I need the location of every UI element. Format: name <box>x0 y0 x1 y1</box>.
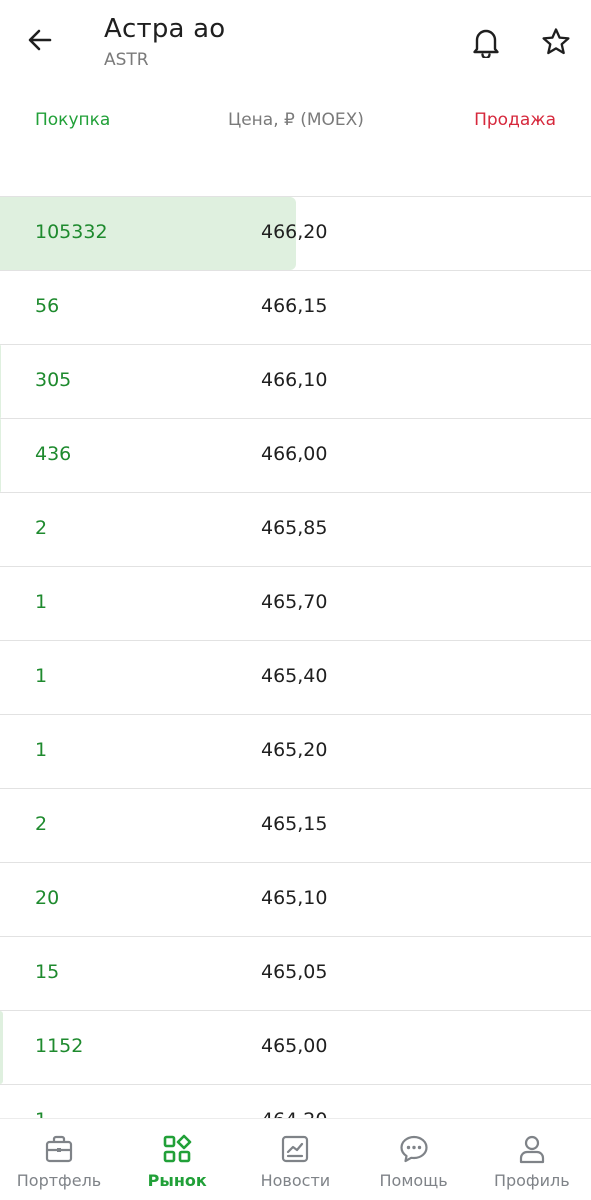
price-level: 466,15 <box>261 295 328 317</box>
tab-label: Новости <box>260 1171 331 1190</box>
bid-quantity: 1 <box>35 591 48 613</box>
order-book-row[interactable]: 1 465,20 <box>0 715 591 789</box>
price-level: 465,20 <box>261 739 328 761</box>
price-column-header: Цена, ₽ (MOEX) <box>228 110 364 130</box>
bid-quantity: 105332 <box>35 221 108 243</box>
chat-bubble-icon <box>355 1133 473 1165</box>
person-icon <box>473 1133 591 1165</box>
price-level: 465,40 <box>261 665 328 687</box>
bid-volume-bar <box>0 419 1 492</box>
market-grid-icon <box>118 1133 236 1165</box>
bid-quantity: 1152 <box>35 1035 84 1057</box>
tab-label: Рынок <box>147 1171 207 1190</box>
bottom-tab-bar: Портфель Рынок Новости Помощь Профиль <box>0 1118 591 1200</box>
order-book-row[interactable]: 20 465,10 <box>0 863 591 937</box>
bid-quantity: 2 <box>35 813 48 835</box>
notifications-button[interactable] <box>466 22 506 62</box>
price-level: 465,85 <box>261 517 328 539</box>
order-book-row[interactable]: 1152 465,00 <box>0 1011 591 1085</box>
tab-market[interactable]: Рынок <box>118 1119 236 1200</box>
order-book-row[interactable]: 305 466,10 <box>0 345 591 419</box>
order-book-list[interactable]: 105332 466,20 56 466,15 305 466,10 436 466,00 2 4… <box>0 196 591 1118</box>
tab-help[interactable]: Помощь <box>355 1119 473 1200</box>
bid-quantity: 56 <box>35 295 60 317</box>
order-book-row[interactable]: 1 464,20 <box>0 1085 591 1118</box>
tab-label: Помощь <box>379 1171 448 1190</box>
order-book-column-headers: Покупка Цена, ₽ (MOEX) Продажа <box>0 104 591 144</box>
news-chart-icon <box>236 1133 354 1165</box>
order-book-row[interactable]: 2 465,85 <box>0 493 591 567</box>
bid-quantity: 20 <box>35 887 60 909</box>
price-level: 466,10 <box>261 369 328 391</box>
instrument-ticker: ASTR <box>104 50 149 70</box>
tab-portfolio[interactable]: Портфель <box>0 1119 118 1200</box>
price-level: 465,00 <box>261 1035 328 1057</box>
bid-volume-bar <box>0 345 1 418</box>
order-book-row[interactable]: 105332 466,20 <box>0 197 591 271</box>
bid-quantity: 2 <box>35 517 48 539</box>
tab-profile[interactable]: Профиль <box>473 1119 591 1200</box>
price-level: 466,20 <box>261 221 328 243</box>
instrument-title: Астра ао <box>104 14 226 44</box>
bid-quantity: 1 <box>35 739 48 761</box>
bid-quantity: 15 <box>35 961 60 983</box>
bid-quantity: 436 <box>35 443 72 465</box>
tab-news[interactable]: Новости <box>236 1119 354 1200</box>
bid-volume-bar <box>0 1011 3 1084</box>
order-book-row[interactable]: 15 465,05 <box>0 937 591 1011</box>
bid-quantity: 305 <box>35 369 72 391</box>
buy-column-header: Покупка <box>35 110 111 130</box>
price-level: 465,05 <box>261 961 328 983</box>
price-level: 465,15 <box>261 813 328 835</box>
price-level: 465,70 <box>261 591 328 613</box>
favorite-button[interactable] <box>536 22 576 62</box>
briefcase-icon <box>0 1133 118 1165</box>
tab-label: Портфель <box>16 1171 102 1190</box>
price-level: 466,00 <box>261 443 328 465</box>
order-book-row[interactable]: 56 466,15 <box>0 271 591 345</box>
bid-quantity: 1 <box>35 665 48 687</box>
star-icon <box>542 28 570 55</box>
order-book-row[interactable]: 2 465,15 <box>0 789 591 863</box>
arrow-left-icon <box>28 29 52 51</box>
order-book-row[interactable]: 436 466,00 <box>0 419 591 493</box>
sell-column-header: Продажа <box>474 110 556 130</box>
tab-label: Профиль <box>493 1171 570 1190</box>
header: Астра ао ASTR <box>0 0 591 90</box>
back-button[interactable] <box>22 22 58 58</box>
order-book-row[interactable]: 1 465,40 <box>0 641 591 715</box>
price-level: 464,20 <box>261 1109 327 1118</box>
bell-icon <box>473 29 499 58</box>
price-level: 465,10 <box>261 887 328 909</box>
bid-quantity: 1 <box>35 1109 47 1118</box>
order-book-row[interactable]: 1 465,70 <box>0 567 591 641</box>
